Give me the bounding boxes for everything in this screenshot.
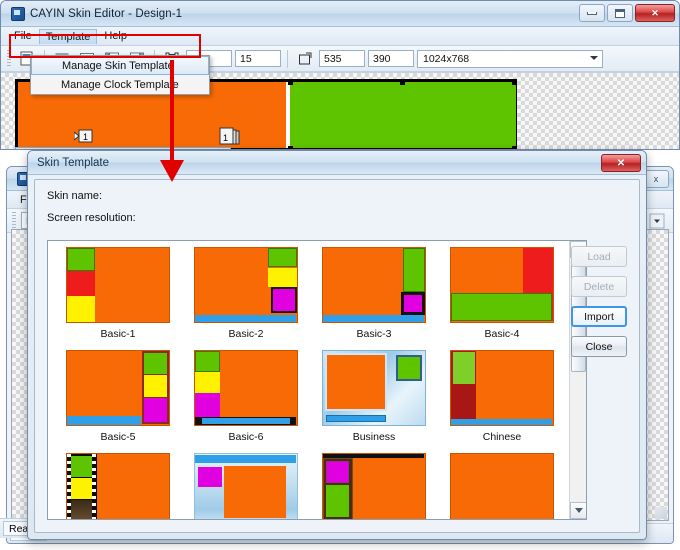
resolution-select[interactable]: 1024x768 — [417, 50, 603, 68]
close-button[interactable]: ✕ — [635, 4, 675, 22]
template-item-basic-3[interactable]: Basic-3 — [310, 247, 438, 350]
selection-handle[interactable] — [288, 80, 293, 85]
size-button[interactable] — [294, 49, 316, 69]
template-name: Basic-5 — [100, 431, 135, 443]
close-dialog-button[interactable]: Close — [571, 336, 627, 357]
menu-help[interactable]: Help — [97, 28, 134, 44]
template-thumbnail — [194, 247, 298, 323]
annotation-arrow-line — [170, 60, 174, 165]
template-name: Business — [353, 431, 396, 443]
scroll-down-button[interactable] — [570, 502, 587, 519]
template-item-default[interactable]: Default — [438, 453, 566, 520]
position-y-input[interactable]: 15 — [235, 50, 281, 67]
chevron-down-icon — [649, 213, 665, 229]
size-icon — [297, 51, 313, 67]
menu-item-manage-skin-template[interactable]: Manage Skin Template — [31, 56, 209, 75]
selection-handle[interactable] — [288, 146, 293, 149]
minimize-button[interactable] — [579, 4, 605, 22]
main-application-window: CAYIN Skin Editor - Design-1 ✕ File Temp… — [0, 0, 680, 150]
skin-name-label: Skin name: — [47, 190, 639, 202]
template-item-basic-1[interactable]: Basic-1 — [54, 247, 182, 350]
template-thumbnail — [322, 247, 426, 323]
menu-file[interactable]: File — [7, 28, 39, 44]
selection-handle[interactable] — [400, 80, 405, 85]
dialog-title: Skin Template — [37, 157, 109, 169]
template-item-basic-2[interactable]: Basic-2 — [182, 247, 310, 350]
dialog-title-bar: Skin Template ✕ — [28, 151, 646, 175]
template-dropdown-menu: Manage Skin Template Manage Clock Templa… — [30, 55, 210, 95]
template-name: Basic-6 — [228, 431, 263, 443]
background-dropdown-button[interactable] — [646, 211, 668, 231]
size-width-input[interactable]: 535 — [319, 50, 365, 67]
template-thumbnail — [66, 350, 170, 426]
dialog-body: Skin name: Screen resolution: Basic-1 — [34, 179, 640, 533]
triangle-down-icon — [575, 508, 583, 513]
template-item-city[interactable]: City — [182, 453, 310, 520]
menu-template[interactable]: Template — [39, 29, 98, 44]
media-area-1-icon: 1 — [74, 126, 96, 146]
template-name: Basic-4 — [484, 328, 519, 340]
template-thumbnail — [450, 247, 554, 323]
floating-tool-panel[interactable]: ✕ 1 — [15, 147, 231, 149]
design-block-green[interactable] — [290, 82, 516, 148]
skin-template-dialog[interactable]: Skin Template ✕ Skin name: Screen resolu… — [27, 150, 647, 540]
resolution-value: 1024x768 — [423, 53, 469, 65]
template-item-chinese[interactable]: Chinese — [438, 350, 566, 453]
close-icon[interactable]: ✕ — [217, 147, 226, 149]
template-grid: Basic-1 Basic-2 — [48, 241, 569, 519]
chevron-down-icon — [590, 56, 598, 60]
template-name: Chinese — [483, 431, 522, 443]
template-thumbnail — [322, 453, 426, 520]
template-thumbnail — [322, 350, 426, 426]
template-item-basic-5[interactable]: Basic-5 — [54, 350, 182, 453]
dialog-close-button[interactable]: ✕ — [601, 154, 641, 172]
svg-text:1: 1 — [83, 132, 88, 142]
resize-grip-icon[interactable] — [655, 507, 667, 519]
window-title: CAYIN Skin Editor - Design-1 — [30, 8, 182, 20]
main-title-bar: CAYIN Skin Editor - Design-1 ✕ — [1, 1, 679, 27]
template-list-panel[interactable]: Basic-1 Basic-2 — [47, 240, 587, 520]
template-thumbnail — [66, 453, 170, 520]
selection-handle[interactable] — [512, 146, 517, 149]
template-name: Basic-3 — [356, 328, 391, 340]
svg-text:1: 1 — [223, 133, 228, 143]
template-name: Basic-1 — [100, 328, 135, 340]
template-thumbnail — [194, 350, 298, 426]
main-menu-bar: File Template Help — [1, 27, 679, 46]
menu-item-manage-clock-template[interactable]: Manage Clock Template — [31, 75, 209, 94]
template-item-basic-6[interactable]: Basic-6 — [182, 350, 310, 453]
template-item-business[interactable]: Business — [310, 350, 438, 453]
screen-resolution-label: Screen resolution: — [47, 212, 639, 224]
dialog-button-column: Load Delete Import Close — [571, 246, 627, 357]
multimedia-1-icon: 1 — [218, 126, 244, 148]
template-item-cinema[interactable]: Cinema — [54, 453, 182, 520]
template-thumbnail — [450, 453, 554, 520]
application-icon — [11, 7, 25, 21]
maximize-button[interactable] — [607, 4, 633, 22]
window-controls: ✕ — [579, 4, 675, 22]
template-item-classic[interactable]: Classic — [310, 453, 438, 520]
toolbar-grip[interactable] — [7, 50, 11, 68]
floating-panel-header[interactable]: ✕ — [16, 148, 230, 149]
template-thumbnail — [66, 247, 170, 323]
template-thumbnail — [194, 453, 298, 520]
template-item-basic-4[interactable]: Basic-4 — [438, 247, 566, 350]
toolbar-separator-3 — [287, 50, 288, 68]
delete-button[interactable]: Delete — [571, 276, 627, 297]
size-height-input[interactable]: 390 — [368, 50, 414, 67]
load-button[interactable]: Load — [571, 246, 627, 267]
background-toolbar-grip[interactable] — [12, 212, 16, 230]
selection-handle[interactable] — [512, 80, 517, 85]
template-thumbnail — [450, 350, 554, 426]
annotation-arrow-head — [160, 160, 184, 182]
import-button[interactable]: Import — [571, 306, 627, 327]
template-name: Basic-2 — [228, 328, 263, 340]
